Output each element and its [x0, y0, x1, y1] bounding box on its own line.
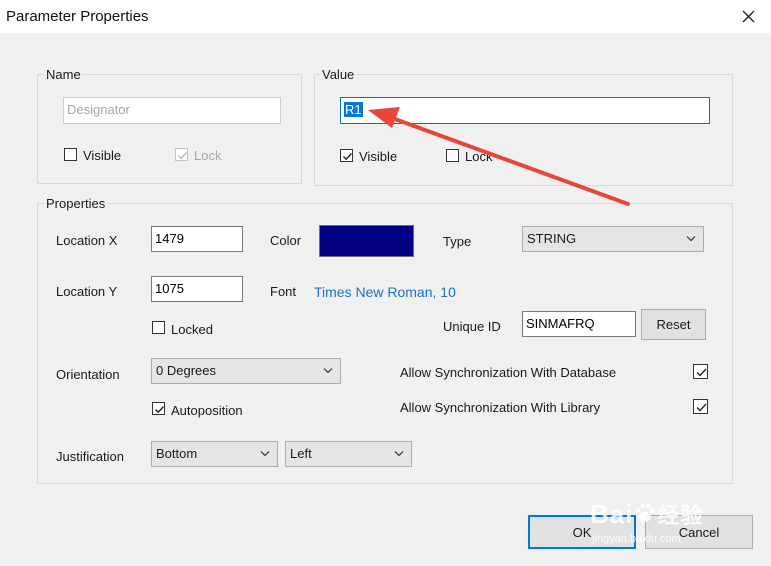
- close-button[interactable]: [736, 3, 762, 29]
- font-link[interactable]: Times New Roman, 10: [314, 284, 456, 300]
- value-lock-label: Lock: [465, 149, 493, 164]
- close-icon: [742, 10, 755, 23]
- checkmark-icon: [155, 406, 165, 414]
- orientation-select[interactable]: 0 Degrees: [151, 358, 341, 384]
- checkmark-icon: [696, 368, 707, 377]
- type-label: Type: [443, 234, 472, 249]
- font-label: Font: [270, 284, 297, 299]
- checkmark-icon: [343, 153, 353, 161]
- chevron-down-icon: [686, 236, 696, 242]
- sync-database-label: Allow Synchronization With Database: [400, 365, 617, 380]
- watermark-brand: Bai: [590, 499, 634, 529]
- location-x-input[interactable]: 1479: [151, 226, 243, 252]
- properties-group-legend: Properties: [44, 196, 108, 211]
- justification-vertical-value: Bottom: [156, 446, 198, 461]
- locked-label: Locked: [171, 322, 213, 337]
- value-visible-label: Visible: [359, 149, 398, 164]
- autoposition-label: Autoposition: [171, 403, 243, 418]
- justification-horizontal-select[interactable]: Left: [285, 441, 412, 467]
- justification-horizontal-value: Left: [290, 446, 312, 461]
- value-input-text: R1: [344, 102, 363, 117]
- value-group-legend: Value: [320, 67, 357, 82]
- unique-id-input[interactable]: SINMAFRQ: [522, 311, 636, 337]
- location-y-label: Location Y: [56, 284, 118, 299]
- color-label: Color: [270, 233, 302, 248]
- reset-button[interactable]: Reset: [641, 309, 706, 340]
- watermark-logo: Bai 经验: [590, 498, 703, 530]
- paw-icon: [635, 503, 656, 522]
- sync-library-label: Allow Synchronization With Library: [400, 400, 601, 415]
- value-visible-checkbox[interactable]: [340, 149, 353, 162]
- chevron-down-icon: [260, 451, 270, 457]
- value-group: [314, 74, 733, 186]
- sync-library-checkbox[interactable]: [693, 399, 708, 414]
- unique-id-label: Unique ID: [443, 319, 501, 334]
- justification-vertical-select[interactable]: Bottom: [151, 441, 278, 467]
- checkmark-icon: [178, 152, 188, 160]
- watermark-url: jingyan.baidu.com: [592, 533, 681, 545]
- name-lock-checkbox[interactable]: [175, 148, 188, 161]
- autoposition-checkbox[interactable]: [152, 402, 165, 415]
- chevron-down-icon: [323, 368, 333, 374]
- name-visible-checkbox[interactable]: [64, 148, 77, 161]
- name-lock-label: Lock: [194, 148, 222, 163]
- chevron-down-icon: [394, 451, 404, 457]
- value-lock-checkbox[interactable]: [446, 149, 459, 162]
- checkmark-icon: [696, 403, 707, 412]
- watermark-brand-suffix: 经验: [657, 503, 704, 528]
- locked-checkbox[interactable]: [152, 321, 165, 334]
- window-title: Parameter Properties: [6, 8, 149, 25]
- sync-database-checkbox[interactable]: [693, 364, 708, 379]
- location-x-label: Location X: [56, 233, 118, 248]
- name-input[interactable]: Designator: [63, 97, 281, 124]
- justification-label: Justification: [56, 449, 124, 464]
- orientation-label: Orientation: [56, 367, 120, 382]
- value-input[interactable]: R1: [340, 97, 710, 124]
- type-select[interactable]: STRING: [522, 226, 704, 252]
- color-swatch[interactable]: [319, 225, 414, 257]
- name-group-legend: Name: [44, 67, 83, 82]
- type-select-value: STRING: [527, 231, 577, 246]
- location-y-input[interactable]: 1075: [151, 276, 243, 302]
- orientation-select-value: 0 Degrees: [156, 363, 216, 378]
- name-group: [37, 74, 302, 184]
- name-visible-label: Visible: [83, 148, 122, 163]
